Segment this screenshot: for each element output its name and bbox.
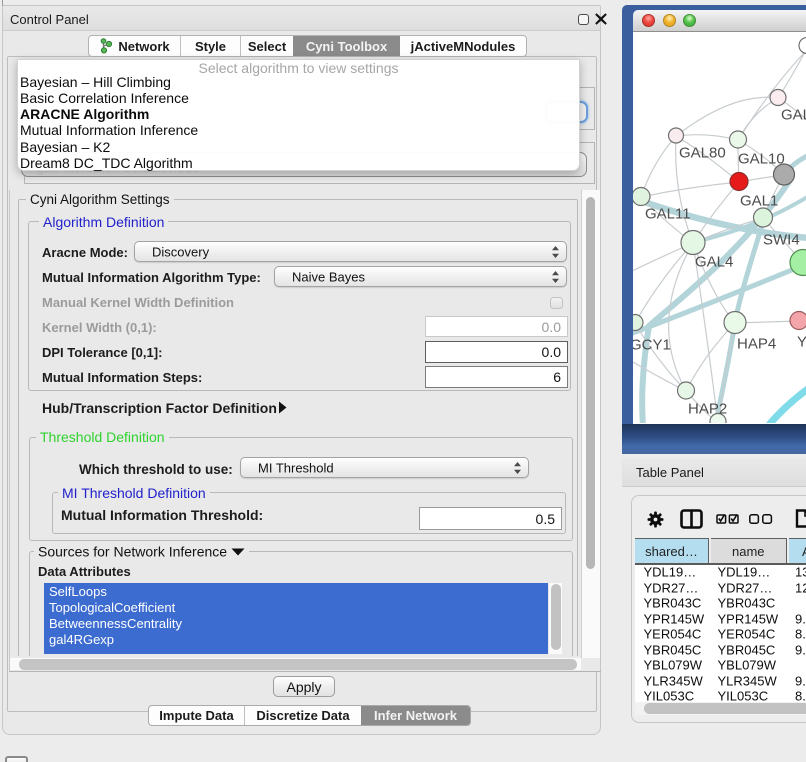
svg-text:SWI4: SWI4: [763, 231, 800, 248]
svg-text:Y: Y: [797, 333, 806, 350]
svg-text:GAL80: GAL80: [679, 144, 726, 161]
svg-text:GAL10: GAL10: [738, 150, 785, 167]
svg-text:GAL7: GAL7: [781, 106, 806, 123]
svg-text:HAP4: HAP4: [737, 335, 776, 352]
svg-text:GAL4: GAL4: [695, 253, 733, 270]
svg-text:HAP2: HAP2: [688, 400, 727, 417]
svg-text:GCY1: GCY1: [633, 336, 671, 353]
svg-text:GAL1: GAL1: [740, 192, 778, 209]
svg-text:GAL11: GAL11: [645, 205, 691, 222]
